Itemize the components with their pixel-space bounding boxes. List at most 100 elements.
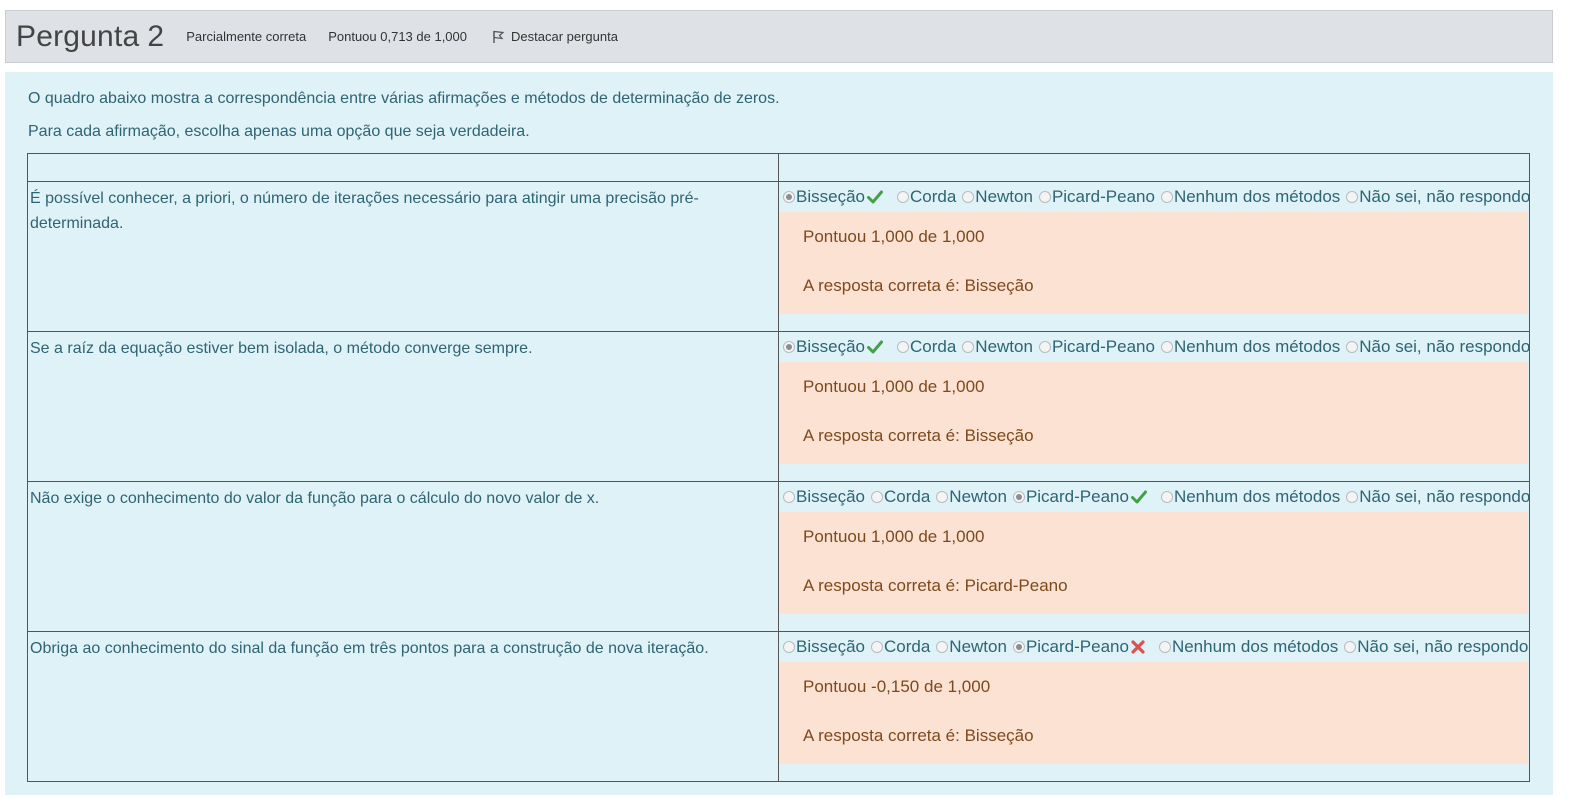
option-label: Newton <box>949 487 1007 506</box>
radio-button[interactable] <box>936 641 949 653</box>
option-corda[interactable]: Corda <box>896 187 956 207</box>
radio-button[interactable] <box>962 191 975 203</box>
option-label: Não sei, não respondo <box>1357 637 1529 656</box>
question-title: Pergunta 2 <box>16 20 164 54</box>
option-newton[interactable]: Newton <box>936 487 1007 507</box>
radio-button[interactable] <box>1346 491 1359 503</box>
option-label: Corda <box>909 337 957 356</box>
option-label: Não sei, não respondo <box>1359 187 1531 206</box>
radio-button[interactable] <box>870 491 883 503</box>
row-right-answer: A resposta correta é: Bisseção <box>803 276 1034 295</box>
row-feedback: Pontuou 1,000 de 1,000 A resposta correta… <box>779 212 1528 314</box>
correct-check-icon <box>866 190 883 204</box>
radio-button[interactable] <box>1160 341 1173 353</box>
question-number: 2 <box>147 19 165 53</box>
option-label: Corda <box>883 487 931 506</box>
radio-button[interactable] <box>783 191 795 203</box>
question-title-word: Pergunta <box>16 19 140 53</box>
row-score: Pontuou -0,150 de 1,000 <box>803 677 991 696</box>
option-label: Bisseção <box>796 187 865 206</box>
option-picard-peano[interactable]: Picard-Peano <box>1038 187 1155 207</box>
option-bissecao[interactable]: Bisseção <box>783 487 865 507</box>
row-stem-text: Não exige o conhecimento do valor da fun… <box>30 490 600 507</box>
option-nao-sei-nao-respondo[interactable]: Não sei, não respondo <box>1346 487 1530 507</box>
radio-button[interactable] <box>962 341 975 353</box>
option-nenhum-dos-metodos[interactable]: Nenhum dos métodos <box>1160 487 1341 507</box>
option-newton[interactable]: Newton <box>962 187 1033 207</box>
question-state: Parcialmente correta <box>186 29 307 44</box>
radio-button[interactable] <box>1012 491 1025 503</box>
radio-button[interactable] <box>1346 191 1359 203</box>
row-stem-text: Obriga ao conhecimento do sinal da funçã… <box>30 640 709 657</box>
option-label: Picard-Peano <box>1025 487 1129 506</box>
option-nao-sei-nao-respondo[interactable]: Não sei, não respondo <box>1344 637 1528 657</box>
flag-question-label: Destacar pergunta <box>511 29 618 44</box>
row-feedback: Pontuou 1,000 de 1,000 A resposta correta… <box>779 512 1528 614</box>
row-answer-cell: Bisseção Corda Newton Picard-Peano Nenhum do… <box>778 181 1530 332</box>
radio-button[interactable] <box>783 641 795 653</box>
radio-button[interactable] <box>1038 341 1051 353</box>
radio-button[interactable] <box>783 491 795 503</box>
question-instruction: Para cada afirmação, escolha apenas uma … <box>28 123 530 140</box>
option-corda[interactable]: Corda <box>896 337 957 357</box>
option-bissecao[interactable]: Bisseção <box>783 187 883 207</box>
option-nenhum-dos-metodos[interactable]: Nenhum dos métodos <box>1160 187 1340 207</box>
option-nao-sei-nao-respondo[interactable]: Não sei, não respondo <box>1346 337 1530 357</box>
radio-button[interactable] <box>896 341 909 353</box>
radio-button[interactable] <box>1344 641 1357 653</box>
option-label: Bisseção <box>796 487 865 506</box>
radio-button[interactable] <box>1160 491 1173 503</box>
row-stem-cell: Se a raíz da equação estiver bem isolada… <box>27 331 779 482</box>
row-right-answer: A resposta correta é: Bisseção <box>803 726 1034 745</box>
row-stem-cell: É possível conhecer, a priori, o número … <box>27 181 779 332</box>
row-stem-text: É possível conhecer, a priori, o número … <box>30 190 699 232</box>
option-picard-peano[interactable]: Picard-Peano <box>1038 337 1155 357</box>
answer-matrix: É possível conhecer, a priori, o número … <box>27 153 1530 782</box>
option-label: Nenhum dos métodos <box>1173 337 1341 356</box>
radio-button[interactable] <box>1038 191 1051 203</box>
question-header: Pergunta 2 Parcialmente correta Pontuou 0… <box>5 10 1553 63</box>
option-nenhum-dos-metodos[interactable]: Nenhum dos métodos <box>1158 637 1338 657</box>
row-score: Pontuou 1,000 de 1,000 <box>803 527 985 546</box>
row-score: Pontuou 1,000 de 1,000 <box>803 377 985 396</box>
option-label: Nenhum dos métodos <box>1173 487 1341 506</box>
matrix-row: Se a raíz da equação estiver bem isolada… <box>27 331 1530 482</box>
row-feedback: Pontuou -0,150 de 1,000 A resposta corret… <box>779 662 1528 764</box>
option-corda[interactable]: Corda <box>870 637 930 657</box>
row-answer-cell: Bisseção Corda Newton Picard-Peano Nenhum do… <box>778 481 1530 632</box>
radio-button[interactable] <box>1160 191 1173 203</box>
radio-button[interactable] <box>896 191 909 203</box>
radio-button[interactable] <box>783 341 795 353</box>
row-options: Bisseção Corda Newton Picard-Peano Nenhum do… <box>779 182 1530 212</box>
radio-button[interactable] <box>1158 641 1171 653</box>
matrix-header-stem <box>27 153 779 182</box>
radio-button[interactable] <box>936 491 949 503</box>
option-corda[interactable]: Corda <box>870 487 931 507</box>
option-bissecao[interactable]: Bisseção <box>783 337 883 357</box>
option-label: Bisseção <box>796 337 865 356</box>
option-picard-peano[interactable]: Picard-Peano <box>1012 637 1145 657</box>
option-label: Não sei, não respondo <box>1359 487 1531 506</box>
option-bissecao[interactable]: Bisseção <box>783 637 865 657</box>
matrix-row: Obriga ao conhecimento do sinal da funçã… <box>27 631 1530 782</box>
row-score: Pontuou 1,000 de 1,000 <box>803 227 985 246</box>
incorrect-cross-icon <box>1131 640 1145 654</box>
row-right-answer: A resposta correta é: Picard-Peano <box>803 576 1068 595</box>
matrix-body: É possível conhecer, a priori, o número … <box>27 181 1530 782</box>
matrix-row: É possível conhecer, a priori, o número … <box>27 181 1530 332</box>
radio-button[interactable] <box>1346 341 1359 353</box>
option-label: Picard-Peano <box>1025 637 1129 656</box>
option-newton[interactable]: Newton <box>936 637 1007 657</box>
row-feedback: Pontuou 1,000 de 1,000 A resposta correta… <box>779 362 1528 464</box>
row-options: Bisseção Corda Newton Picard-Peano Nenhum do… <box>779 332 1530 362</box>
question-intro: O quadro abaixo mostra a correspondência… <box>28 90 780 107</box>
option-nao-sei-nao-respondo[interactable]: Não sei, não respondo <box>1346 187 1530 207</box>
option-newton[interactable]: Newton <box>962 337 1033 357</box>
option-nenhum-dos-metodos[interactable]: Nenhum dos métodos <box>1160 337 1341 357</box>
flag-question-link[interactable]: Destacar pergunta <box>491 29 618 44</box>
question-content: O quadro abaixo mostra a correspondência… <box>5 72 1553 795</box>
option-picard-peano[interactable]: Picard-Peano <box>1012 487 1147 507</box>
radio-button[interactable] <box>1012 641 1025 653</box>
radio-button[interactable] <box>870 641 883 653</box>
row-options: Bisseção Corda Newton Picard-Peano Nenhum do… <box>779 632 1529 662</box>
